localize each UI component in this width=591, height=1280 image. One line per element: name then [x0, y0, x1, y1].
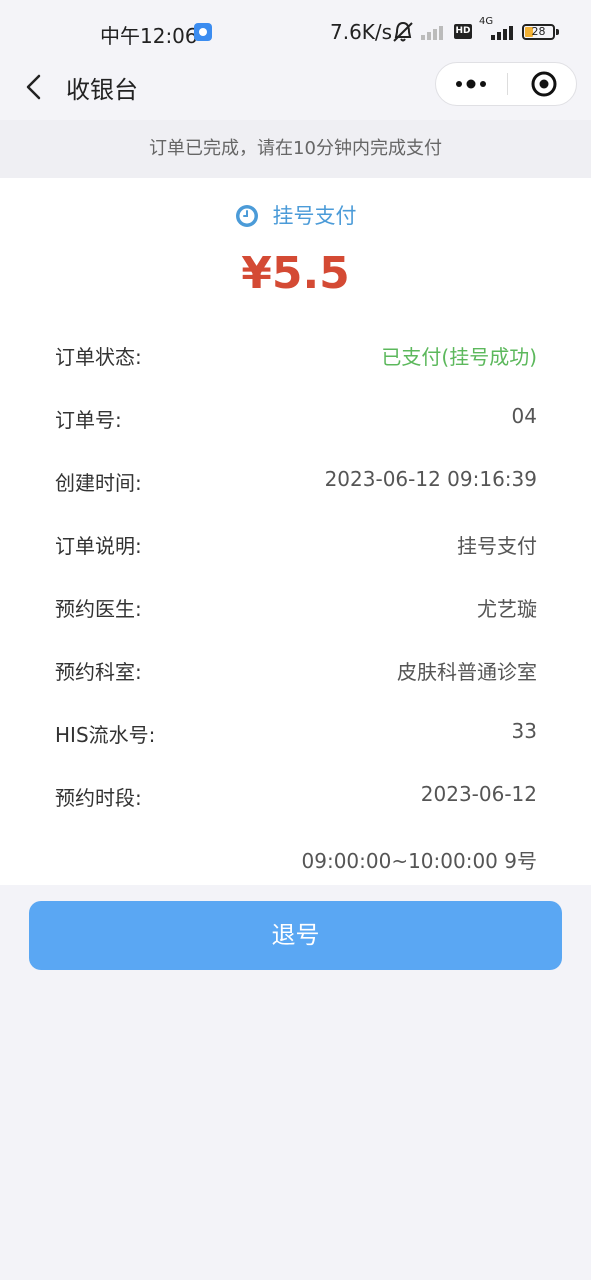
doctor-value: 尤艺璇 [477, 597, 537, 621]
battery-level: 28 [531, 25, 546, 38]
refund-button[interactable]: 退号 [29, 901, 562, 970]
status-bar: 中午12:06 7.6K/s HD 4G 28 [0, 0, 591, 62]
detail-label: 订单说明: [55, 534, 142, 558]
detail-label: 创建时间: [55, 471, 142, 495]
detail-row-order-description: 订单说明: 挂号支付 [55, 522, 537, 562]
app-notification-icon [194, 23, 212, 41]
signal-icon-sim1 [421, 26, 443, 40]
status-time: 中午12:06 [100, 24, 198, 48]
detail-label: HIS流水号: [55, 723, 156, 747]
mini-program-capsule [435, 62, 577, 106]
detail-row-doctor: 预约医生: 尤艺璇 [55, 585, 537, 625]
order-description-value: 挂号支付 [457, 534, 537, 558]
detail-label: 预约科室: [55, 660, 142, 684]
mute-bell-icon [393, 21, 413, 42]
detail-label: 订单号: [55, 408, 122, 432]
payment-type: 挂号支付 [0, 200, 591, 230]
battery-icon: 28 [522, 24, 555, 40]
detail-label: 订单状态: [55, 345, 142, 369]
detail-row-appointment-period: 预约时段: 2023-06-12 [55, 774, 537, 814]
payment-notice: 订单已完成，请在10分钟内完成支付 [0, 120, 591, 178]
detail-row-order-number: 订单号: 04 [55, 396, 537, 436]
created-time-value: 2023-06-12 09:16:39 [324, 467, 537, 491]
signal-icon-sim2 [491, 26, 513, 40]
redacted-his-serial [315, 723, 505, 745]
hd-badge: HD [454, 24, 472, 39]
payment-amount: ¥5.5 [241, 248, 350, 299]
more-dots-icon[interactable] [436, 63, 506, 105]
page-title: 收银台 [66, 76, 138, 104]
clock-icon [235, 205, 258, 227]
payment-type-label: 挂号支付 [272, 204, 357, 228]
battery-tip [556, 29, 559, 35]
his-serial-value: 33 [511, 719, 537, 743]
appointment-date-value: 2023-06-12 [420, 782, 537, 806]
detail-row-order-status: 订单状态: 已支付(挂号成功) [55, 333, 537, 373]
close-target-icon[interactable] [508, 63, 576, 105]
order-card: 挂号支付 ¥5.5 订单状态: 已支付(挂号成功) 订单号: 04 创建时间: … [0, 178, 591, 885]
department-value: 皮肤科普通诊室 [397, 660, 537, 684]
appointment-slot-value: 09:00:00~10:00:00 9号 [301, 849, 538, 873]
back-arrow-icon[interactable] [20, 72, 50, 102]
order-status-value: 已支付(挂号成功) [381, 345, 537, 369]
detail-row-appointment-slot: 09:00:00~10:00:00 9号 [55, 837, 538, 877]
detail-label: 预约医生: [55, 597, 142, 621]
order-number-value: 04 [511, 404, 537, 428]
detail-row-his-serial: HIS流水号: 33 [55, 711, 537, 751]
nav-bar: 收银台 [0, 62, 591, 120]
network-speed: 7.6K/s [330, 20, 393, 44]
detail-label: 预约时段: [55, 786, 142, 810]
redacted-order-number [315, 408, 495, 430]
detail-row-department: 预约科室: 皮肤科普通诊室 [55, 648, 537, 688]
detail-row-created-time: 创建时间: 2023-06-12 09:16:39 [55, 459, 537, 499]
